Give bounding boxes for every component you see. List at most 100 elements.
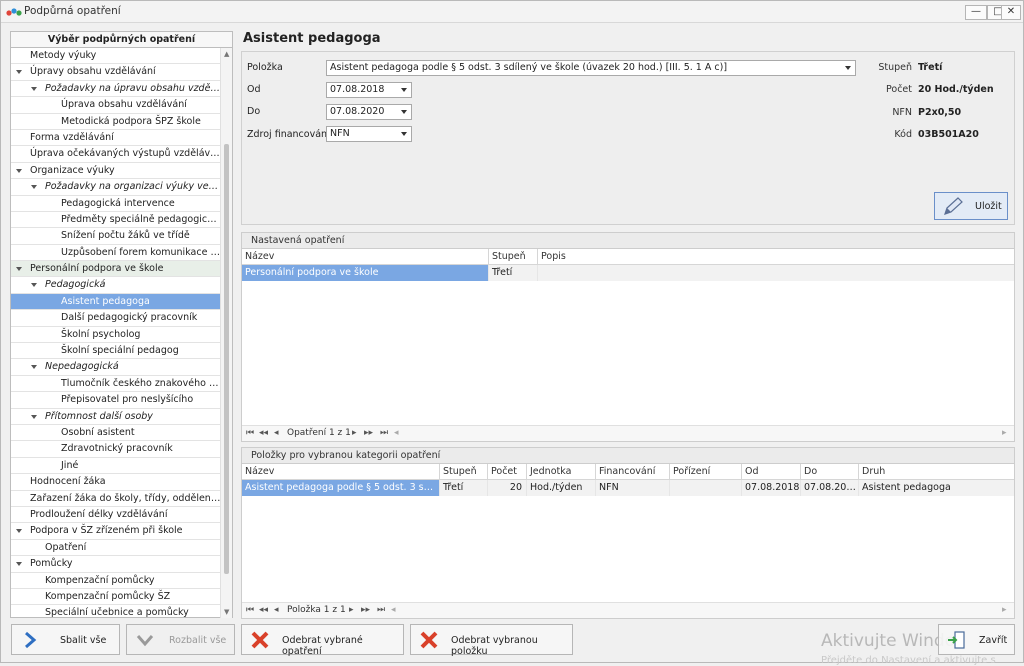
nav-first-icon[interactable]: ⏮ <box>246 605 254 615</box>
minimize-button[interactable]: — <box>965 5 987 20</box>
cell-do[interactable]: 07.08.2020 <box>800 480 858 496</box>
tree-item[interactable]: Tlumočník českého znakového jazyka <box>11 376 221 393</box>
tree-item[interactable]: Metody výuky <box>11 48 221 65</box>
tree-item[interactable]: Úprava očekávaných výstupů vzdělávání <box>11 146 221 163</box>
tree-item[interactable]: Požadavky na úpravu obsahu vzděl... <box>11 81 221 98</box>
zdroj-select[interactable]: NFN <box>326 126 412 142</box>
expand-all-button[interactable]: Rozbalit vše <box>126 624 235 655</box>
nav-scroll-right-icon[interactable]: ▸ <box>1002 605 1007 615</box>
expand-arrow-icon[interactable] <box>16 562 22 567</box>
table-row[interactable]: Asistent pedagoga podle § 5 odst. 3 sdíl… <box>242 480 1014 496</box>
tree-item[interactable]: Další pedagogický pracovník <box>11 310 221 327</box>
nav-next-icon[interactable]: ▸ <box>349 605 354 615</box>
nav-first-icon[interactable]: ⏮ <box>246 428 254 438</box>
column-header[interactable]: Jednotka <box>526 464 595 480</box>
polozka-select[interactable]: Asistent pedagoga podle § 5 odst. 3 sdíl… <box>326 60 856 76</box>
tree-item[interactable]: Asistent pedagoga <box>11 293 221 311</box>
save-button[interactable]: Uložit <box>934 192 1008 220</box>
column-header[interactable]: Stupeň <box>488 249 537 265</box>
column-header[interactable]: Popis <box>537 249 1014 265</box>
collapse-all-button[interactable]: Sbalit vše <box>11 624 120 655</box>
expand-arrow-icon[interactable] <box>31 414 37 419</box>
expand-arrow-icon[interactable] <box>16 70 22 75</box>
expand-arrow-icon[interactable] <box>16 529 22 534</box>
tree-item[interactable]: Úpravy obsahu vzdělávání <box>11 64 221 81</box>
cell-druh[interactable]: Asistent pedagoga <box>858 480 1014 496</box>
tree-item[interactable]: Zařazení žáka do školy, třídy, oddělení,… <box>11 491 221 507</box>
column-header[interactable]: Pořízení <box>669 464 741 480</box>
scrollbar-thumb[interactable] <box>224 144 229 574</box>
column-header[interactable]: Počet <box>487 464 526 480</box>
tree-scrollbar[interactable]: ▲ ▼ <box>220 48 232 618</box>
cell-stupen[interactable]: Třetí <box>488 265 537 281</box>
tree-item[interactable]: Speciální učebnice a pomůcky <box>11 605 221 618</box>
nav-prev-page-icon[interactable]: ◂◂ <box>259 605 268 615</box>
tree-item[interactable]: Podpora v ŠZ zřízeném při škole <box>11 523 221 540</box>
nav-last-icon[interactable]: ⏭ <box>377 605 385 615</box>
tree-item[interactable]: Jiné <box>11 458 221 475</box>
nav-next-icon[interactable]: ▸ <box>352 428 357 438</box>
tree-item[interactable]: Kompenzační pomůcky <box>11 573 221 589</box>
do-date-field[interactable]: 07.08.2020 <box>326 104 412 120</box>
cell-od[interactable]: 07.08.2018 <box>741 480 800 496</box>
expand-arrow-icon[interactable] <box>31 185 37 190</box>
close-button[interactable]: Zavřít <box>938 624 1015 655</box>
tree-item[interactable]: Přepisovatel pro neslyšícího <box>11 392 221 409</box>
tree-item[interactable]: Uzpůsobení forem komunikace a zp... <box>11 245 221 262</box>
tree-item[interactable]: Hodnocení žáka <box>11 474 221 491</box>
expand-arrow-icon[interactable] <box>16 267 22 272</box>
tree-item[interactable]: Personální podpora ve škole <box>11 261 221 278</box>
tree-item[interactable]: Pedagogická intervence <box>11 196 221 212</box>
nav-next-page-icon[interactable]: ▸▸ <box>364 428 373 438</box>
column-header[interactable]: Financování <box>595 464 669 480</box>
column-header[interactable]: Do <box>800 464 858 480</box>
cell-nazev[interactable]: Asistent pedagoga podle § 5 odst. 3 sdíl… <box>242 480 439 496</box>
tree-item[interactable]: Nepedagogická <box>11 359 221 376</box>
tree-item[interactable]: Osobní asistent <box>11 425 221 442</box>
remove-item-button[interactable]: Odebrat vybranou položku <box>410 624 573 657</box>
tree-item[interactable]: Přítomnost další osoby <box>11 409 221 425</box>
nav-prev-icon[interactable]: ◂ <box>274 605 279 615</box>
column-header[interactable]: Název <box>242 249 488 265</box>
tree-item[interactable]: Opatření <box>11 540 221 557</box>
nav-scroll-icon[interactable]: ◂ <box>394 428 399 438</box>
nav-next-page-icon[interactable]: ▸▸ <box>361 605 370 615</box>
column-header[interactable]: Stupeň <box>439 464 487 480</box>
cell-financovani[interactable]: NFN <box>595 480 669 496</box>
od-date-field[interactable]: 07.08.2018 <box>326 82 412 98</box>
column-header[interactable]: Druh <box>858 464 1014 480</box>
tree-item[interactable]: Metodická podpora ŠPZ škole <box>11 114 221 130</box>
close-window-button[interactable]: ✕ <box>1001 5 1021 20</box>
expand-arrow-icon[interactable] <box>16 168 22 173</box>
nav-prev-icon[interactable]: ◂ <box>274 428 279 438</box>
tree-item[interactable]: Pedagogická <box>11 277 221 294</box>
nav-prev-page-icon[interactable]: ◂◂ <box>259 428 268 438</box>
measure-tree[interactable]: Metody výuky Úpravy obsahu vzdělávání Poža… <box>11 48 221 618</box>
tree-item[interactable]: Prodloužení délky vzdělávání <box>11 507 221 524</box>
expand-arrow-icon[interactable] <box>31 365 37 370</box>
tree-item[interactable]: Pomůcky <box>11 556 221 573</box>
cell-pocet[interactable]: 20 <box>487 480 526 496</box>
tree-item[interactable]: Kompenzační pomůcky ŠZ <box>11 589 221 606</box>
tree-item[interactable]: Snížení počtu žáků ve třídě <box>11 228 221 245</box>
tree-item[interactable]: Školní psycholog <box>11 327 221 344</box>
tree-item[interactable]: Úprava obsahu vzdělávání <box>11 97 221 114</box>
cell-jednotka[interactable]: Hod./týden <box>526 480 595 496</box>
column-header[interactable]: Od <box>741 464 800 480</box>
cell-porizeni[interactable] <box>669 480 741 496</box>
tree-item[interactable]: Požadavky na organizaci výuky ve škole <box>11 179 221 196</box>
cell-popis[interactable] <box>537 265 1014 281</box>
nav-scroll-icon[interactable]: ◂ <box>391 605 396 615</box>
nav-scroll-right-icon[interactable]: ▸ <box>1002 428 1007 438</box>
scroll-down-icon[interactable]: ▼ <box>224 608 229 616</box>
table-row[interactable]: Personální podpora ve škole Třetí <box>242 265 1014 281</box>
tree-item[interactable]: Organizace výuky <box>11 163 221 180</box>
cell-nazev[interactable]: Personální podpora ve škole <box>242 265 488 281</box>
column-header[interactable]: Název <box>242 464 439 480</box>
tree-item[interactable]: Zdravotnický pracovník <box>11 441 221 458</box>
expand-arrow-icon[interactable] <box>31 86 37 91</box>
tree-item[interactable]: Předměty speciálně pedagogické p... <box>11 212 221 229</box>
tree-item[interactable]: Školní speciální pedagog <box>11 343 221 360</box>
nav-last-icon[interactable]: ⏭ <box>380 428 388 438</box>
scroll-up-icon[interactable]: ▲ <box>224 50 229 58</box>
